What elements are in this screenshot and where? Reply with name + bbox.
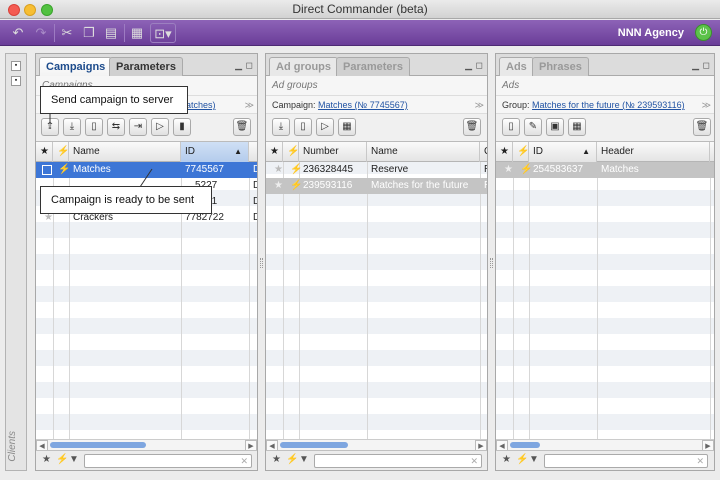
tooltip-send-campaign: Send campaign to server (40, 86, 188, 114)
tooltip-campaign-ready: Campaign is ready to be sent (40, 186, 212, 214)
callout-lines (49, 114, 153, 188)
